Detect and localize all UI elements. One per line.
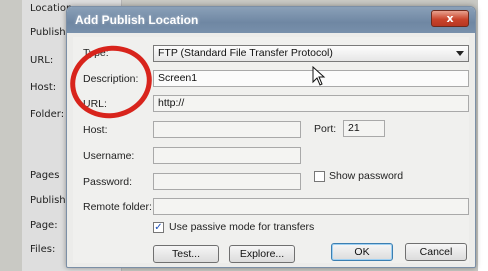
ok-button[interactable]: OK — [331, 243, 393, 261]
add-publish-location-dialog: Add Publish Location x Type: FTP (Standa… — [66, 6, 476, 268]
photo-edge — [478, 0, 488, 271]
passive-mode-label: Use passive mode for transfers — [169, 221, 315, 233]
url-value: http:// — [158, 97, 185, 109]
dialog-title: Add Publish Location — [75, 13, 199, 27]
bg-label-publish-2: Publish — [30, 195, 66, 206]
show-password-label: Show password — [329, 170, 404, 182]
close-button[interactable]: x — [431, 10, 469, 27]
dialog-titlebar[interactable]: Add Publish Location x — [67, 7, 475, 33]
mouse-cursor-icon — [312, 66, 326, 86]
bg-label-pages: Pages — [30, 170, 60, 181]
type-dropdown[interactable]: FTP (Standard File Transfer Protocol) — [153, 45, 469, 62]
port-label: Port: — [314, 123, 337, 135]
passive-mode-checkbox[interactable]: ✓ — [153, 222, 164, 233]
bg-label-page: Page: — [30, 220, 58, 231]
test-button[interactable]: Test... — [153, 245, 219, 263]
bg-label-host: Host: — [30, 82, 57, 93]
bg-label-folder: Folder: — [30, 109, 65, 120]
port-input[interactable]: 21 — [343, 120, 385, 137]
username-input[interactable] — [153, 147, 301, 164]
host-input[interactable] — [153, 121, 301, 138]
explore-button[interactable]: Explore... — [229, 245, 295, 263]
url-input[interactable]: http:// — [153, 95, 469, 112]
bg-label-publish: Publish — [30, 27, 66, 38]
port-value: 21 — [348, 122, 360, 134]
password-input[interactable] — [153, 173, 301, 190]
remote-folder-label: Remote folder: — [83, 201, 152, 213]
host-label: Host: — [83, 124, 108, 136]
description-value: Screen1 — [158, 72, 198, 84]
close-icon: x — [446, 12, 454, 25]
checkmark-icon: ✓ — [154, 222, 163, 233]
dropdown-arrow-icon — [456, 51, 464, 56]
bg-label-url: URL: — [30, 55, 54, 66]
type-value: FTP (Standard File Transfer Protocol) — [158, 47, 333, 59]
description-input[interactable]: Screen1 — [153, 70, 469, 87]
remote-folder-input[interactable] — [153, 198, 469, 215]
username-label: Username: — [83, 150, 135, 162]
show-password-checkbox[interactable] — [314, 171, 325, 182]
password-label: Password: — [83, 176, 133, 188]
cancel-button[interactable]: Cancel — [405, 243, 467, 261]
bg-label-files: Files: — [30, 244, 56, 255]
